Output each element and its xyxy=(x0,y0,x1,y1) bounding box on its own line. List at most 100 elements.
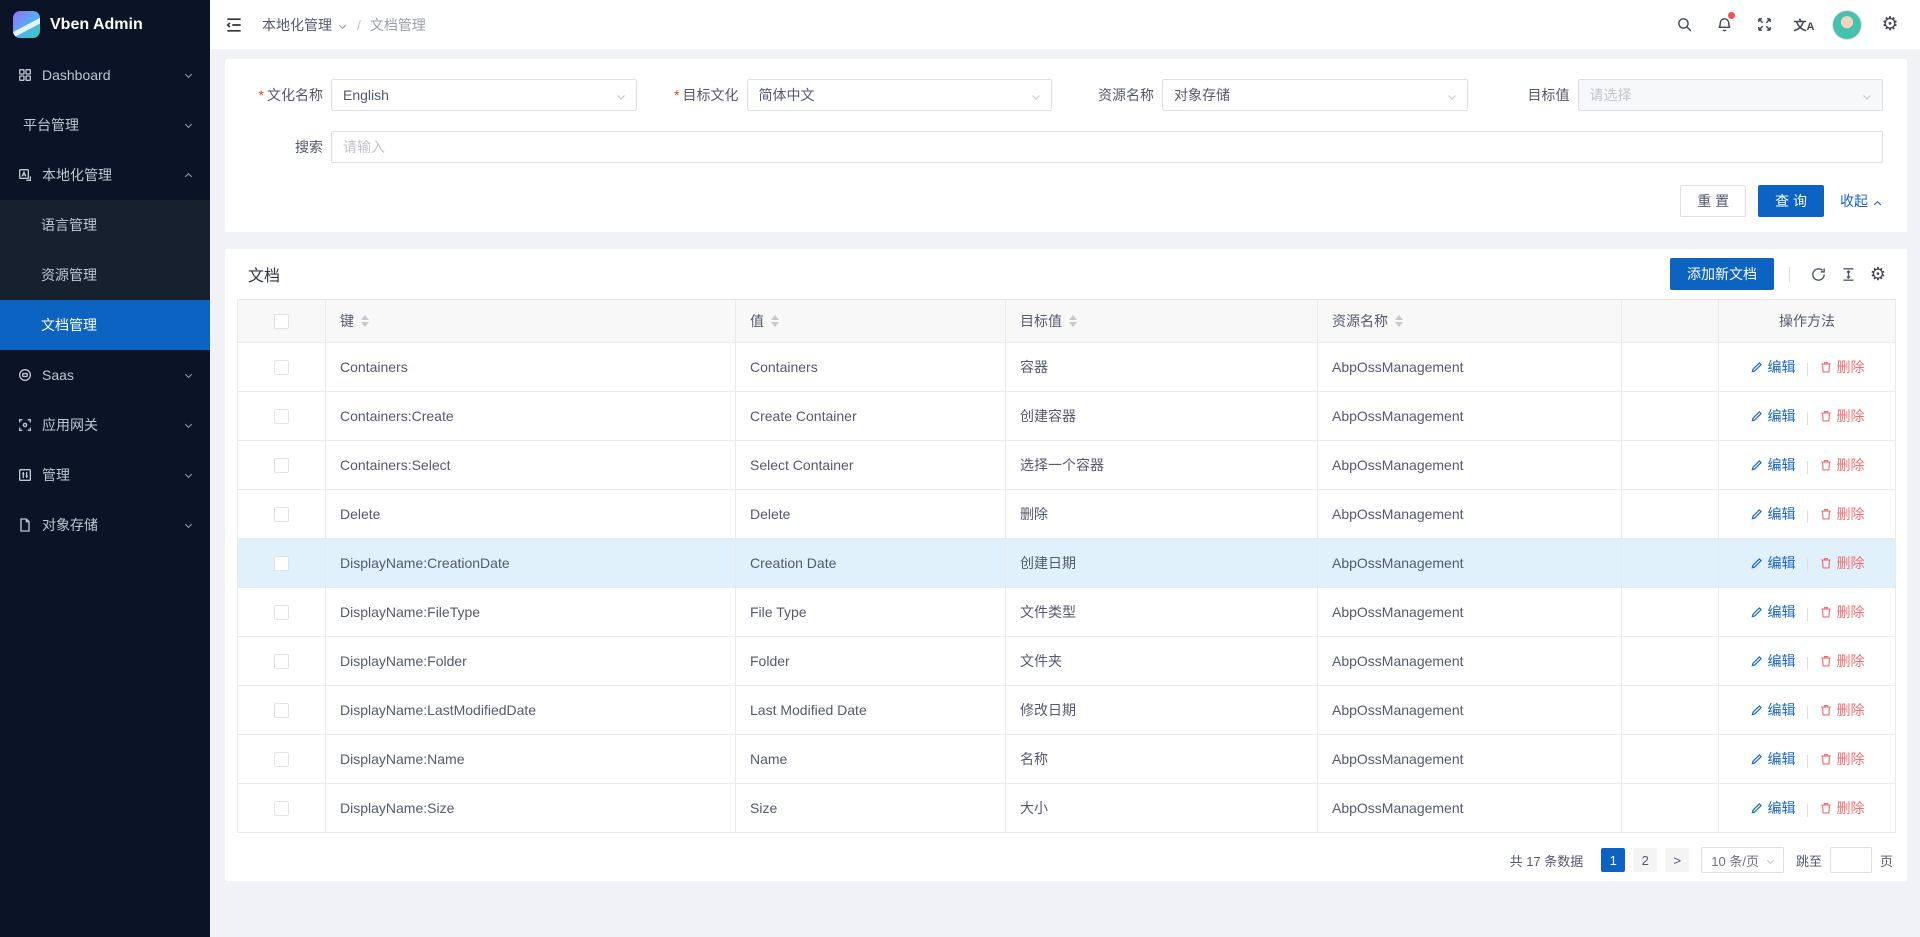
sidebar-item-label: 管理 xyxy=(42,465,183,485)
sort-icon[interactable] xyxy=(1395,315,1403,327)
cell-target: 文件夹 xyxy=(1006,637,1318,686)
row-height-icon[interactable] xyxy=(1833,259,1863,289)
edit-link[interactable]: 编辑 xyxy=(1750,651,1796,671)
sidebar-item-resource-mgmt[interactable]: 资源管理 xyxy=(0,250,210,300)
culture-name-select[interactable]: English xyxy=(331,79,637,111)
table-row[interactable]: DisplayName:FolderFolder文件夹AbpOssManagem… xyxy=(238,637,1896,686)
table-row[interactable]: Containers:CreateCreate Container创建容器Abp… xyxy=(238,392,1896,441)
edit-link[interactable]: 编辑 xyxy=(1750,455,1796,475)
sidebar-item-localization[interactable]: 本地化管理 xyxy=(0,150,210,200)
page-button-2[interactable]: 2 xyxy=(1633,848,1657,872)
sidebar-item-label: Dashboard xyxy=(42,67,183,83)
edit-link[interactable]: 编辑 xyxy=(1750,798,1796,818)
breadcrumb-current: 文档管理 xyxy=(370,15,426,35)
sidebar-item-document-mgmt[interactable]: 文档管理 xyxy=(0,300,210,350)
action-divider xyxy=(1807,755,1808,768)
row-checkbox[interactable] xyxy=(274,409,289,424)
table-row[interactable]: DisplayName:LastModifiedDateLast Modifie… xyxy=(238,686,1896,735)
row-checkbox[interactable] xyxy=(274,556,289,571)
fullscreen-icon[interactable] xyxy=(1744,0,1784,49)
delete-link[interactable]: 删除 xyxy=(1819,504,1865,524)
cell-actions: 编辑 删除 xyxy=(1719,392,1896,441)
cell-key: DisplayName:Folder xyxy=(326,637,736,686)
cell-empty xyxy=(1622,441,1719,490)
sidebar-item-gateway[interactable]: 应用网关 xyxy=(0,400,210,450)
target-value-select[interactable]: 请选择 xyxy=(1578,79,1884,111)
sidebar-menu: Dashboard 平台管理 本地化管理 语言管理 资源管理 文档管理 Saas xyxy=(0,50,210,550)
cell-key: DisplayName:Size xyxy=(326,784,736,833)
sort-icon[interactable] xyxy=(771,315,779,327)
edit-link[interactable]: 编辑 xyxy=(1750,553,1796,573)
jump-to-input[interactable] xyxy=(1830,847,1872,873)
translate-icon[interactable]: 文A xyxy=(1784,0,1824,49)
page-button-1[interactable]: 1 xyxy=(1601,848,1625,872)
sidebar-item-dashboard[interactable]: Dashboard xyxy=(0,50,210,100)
refresh-icon[interactable] xyxy=(1803,259,1833,289)
edit-link[interactable]: 编辑 xyxy=(1750,406,1796,426)
edit-link[interactable]: 编辑 xyxy=(1750,602,1796,622)
delete-link[interactable]: 删除 xyxy=(1819,357,1865,377)
sidebar-item-label: 资源管理 xyxy=(41,265,97,285)
settings-gear-icon[interactable]: ⚙ xyxy=(1870,0,1910,49)
notification-bell-icon[interactable] xyxy=(1704,0,1744,49)
sidebar-item-admin[interactable]: 管理 xyxy=(0,450,210,500)
sidebar-item-platform[interactable]: 平台管理 xyxy=(0,100,210,150)
delete-link[interactable]: 删除 xyxy=(1819,455,1865,475)
delete-link[interactable]: 删除 xyxy=(1819,553,1865,573)
search-icon[interactable] xyxy=(1664,0,1704,49)
sort-icon[interactable] xyxy=(361,315,369,327)
sidebar-item-label: Saas xyxy=(42,367,183,383)
delete-link[interactable]: 删除 xyxy=(1819,749,1865,769)
row-checkbox[interactable] xyxy=(274,507,289,522)
breadcrumb-parent[interactable]: 本地化管理 xyxy=(262,15,332,35)
sidebar-item-object-storage[interactable]: 对象存储 xyxy=(0,500,210,550)
row-checkbox[interactable] xyxy=(274,752,289,767)
collapse-link[interactable]: 收起 xyxy=(1840,191,1883,211)
table-row[interactable]: ContainersContainers容器AbpOssManagement编辑… xyxy=(238,343,1896,392)
cell-key: Delete xyxy=(326,490,736,539)
next-page-button[interactable]: > xyxy=(1665,848,1689,872)
field-culture-name: 文化名称 English xyxy=(249,79,637,111)
target-culture-select[interactable]: 简体中文 xyxy=(747,79,1053,111)
row-checkbox[interactable] xyxy=(274,654,289,669)
delete-link[interactable]: 删除 xyxy=(1819,651,1865,671)
table-row[interactable]: DisplayName:NameName名称AbpOssManagement编辑… xyxy=(238,735,1896,784)
search-input[interactable] xyxy=(331,131,1883,163)
pencil-icon xyxy=(1750,654,1764,668)
table-row[interactable]: DisplayName:FileTypeFile Type文件类型AbpOssM… xyxy=(238,588,1896,637)
table-row[interactable]: Containers:SelectSelect Container选择一个容器A… xyxy=(238,441,1896,490)
table-row[interactable]: DisplayName:SizeSize大小AbpOssManagement编辑… xyxy=(238,784,1896,833)
sort-icon[interactable] xyxy=(1069,315,1077,327)
edit-link[interactable]: 编辑 xyxy=(1750,357,1796,377)
select-all-checkbox[interactable] xyxy=(274,314,289,329)
column-settings-gear-icon[interactable]: ⚙ xyxy=(1863,259,1893,289)
edit-link[interactable]: 编辑 xyxy=(1750,700,1796,720)
sidebar-item-saas[interactable]: Saas xyxy=(0,350,210,400)
edit-link[interactable]: 编辑 xyxy=(1750,504,1796,524)
resource-name-select[interactable]: 对象存储 xyxy=(1162,79,1468,111)
row-checkbox[interactable] xyxy=(274,703,289,718)
row-checkbox[interactable] xyxy=(274,605,289,620)
table-row[interactable]: DisplayName:CreationDateCreation Date创建日… xyxy=(238,539,1896,588)
delete-link[interactable]: 删除 xyxy=(1819,602,1865,622)
documents-table: 键 值 目标值 资源名称 操作方法 ContainersContainers容器… xyxy=(237,299,1896,833)
table-row[interactable]: DeleteDelete删除AbpOssManagement编辑删除 xyxy=(238,490,1896,539)
delete-link[interactable]: 删除 xyxy=(1819,700,1865,720)
page-size-select[interactable]: 10 条/页 xyxy=(1701,847,1784,873)
row-checkbox[interactable] xyxy=(274,360,289,375)
menu-fold-icon[interactable] xyxy=(224,15,244,35)
delete-link[interactable]: 删除 xyxy=(1819,798,1865,818)
action-divider xyxy=(1807,706,1808,719)
row-checkbox[interactable] xyxy=(274,801,289,816)
add-document-button[interactable]: 添加新文档 xyxy=(1670,258,1774,290)
gateway-icon xyxy=(17,417,33,433)
row-checkbox[interactable] xyxy=(274,458,289,473)
sidebar-item-language-mgmt[interactable]: 语言管理 xyxy=(0,200,210,250)
edit-link[interactable]: 编辑 xyxy=(1750,749,1796,769)
delete-link[interactable]: 删除 xyxy=(1819,406,1865,426)
culture-name-label: 文化名称 xyxy=(249,85,331,105)
brand[interactable]: Vben Admin xyxy=(0,0,210,49)
reset-button[interactable]: 重 置 xyxy=(1680,185,1746,217)
user-avatar[interactable] xyxy=(1832,10,1862,40)
query-button[interactable]: 查 询 xyxy=(1758,185,1824,217)
